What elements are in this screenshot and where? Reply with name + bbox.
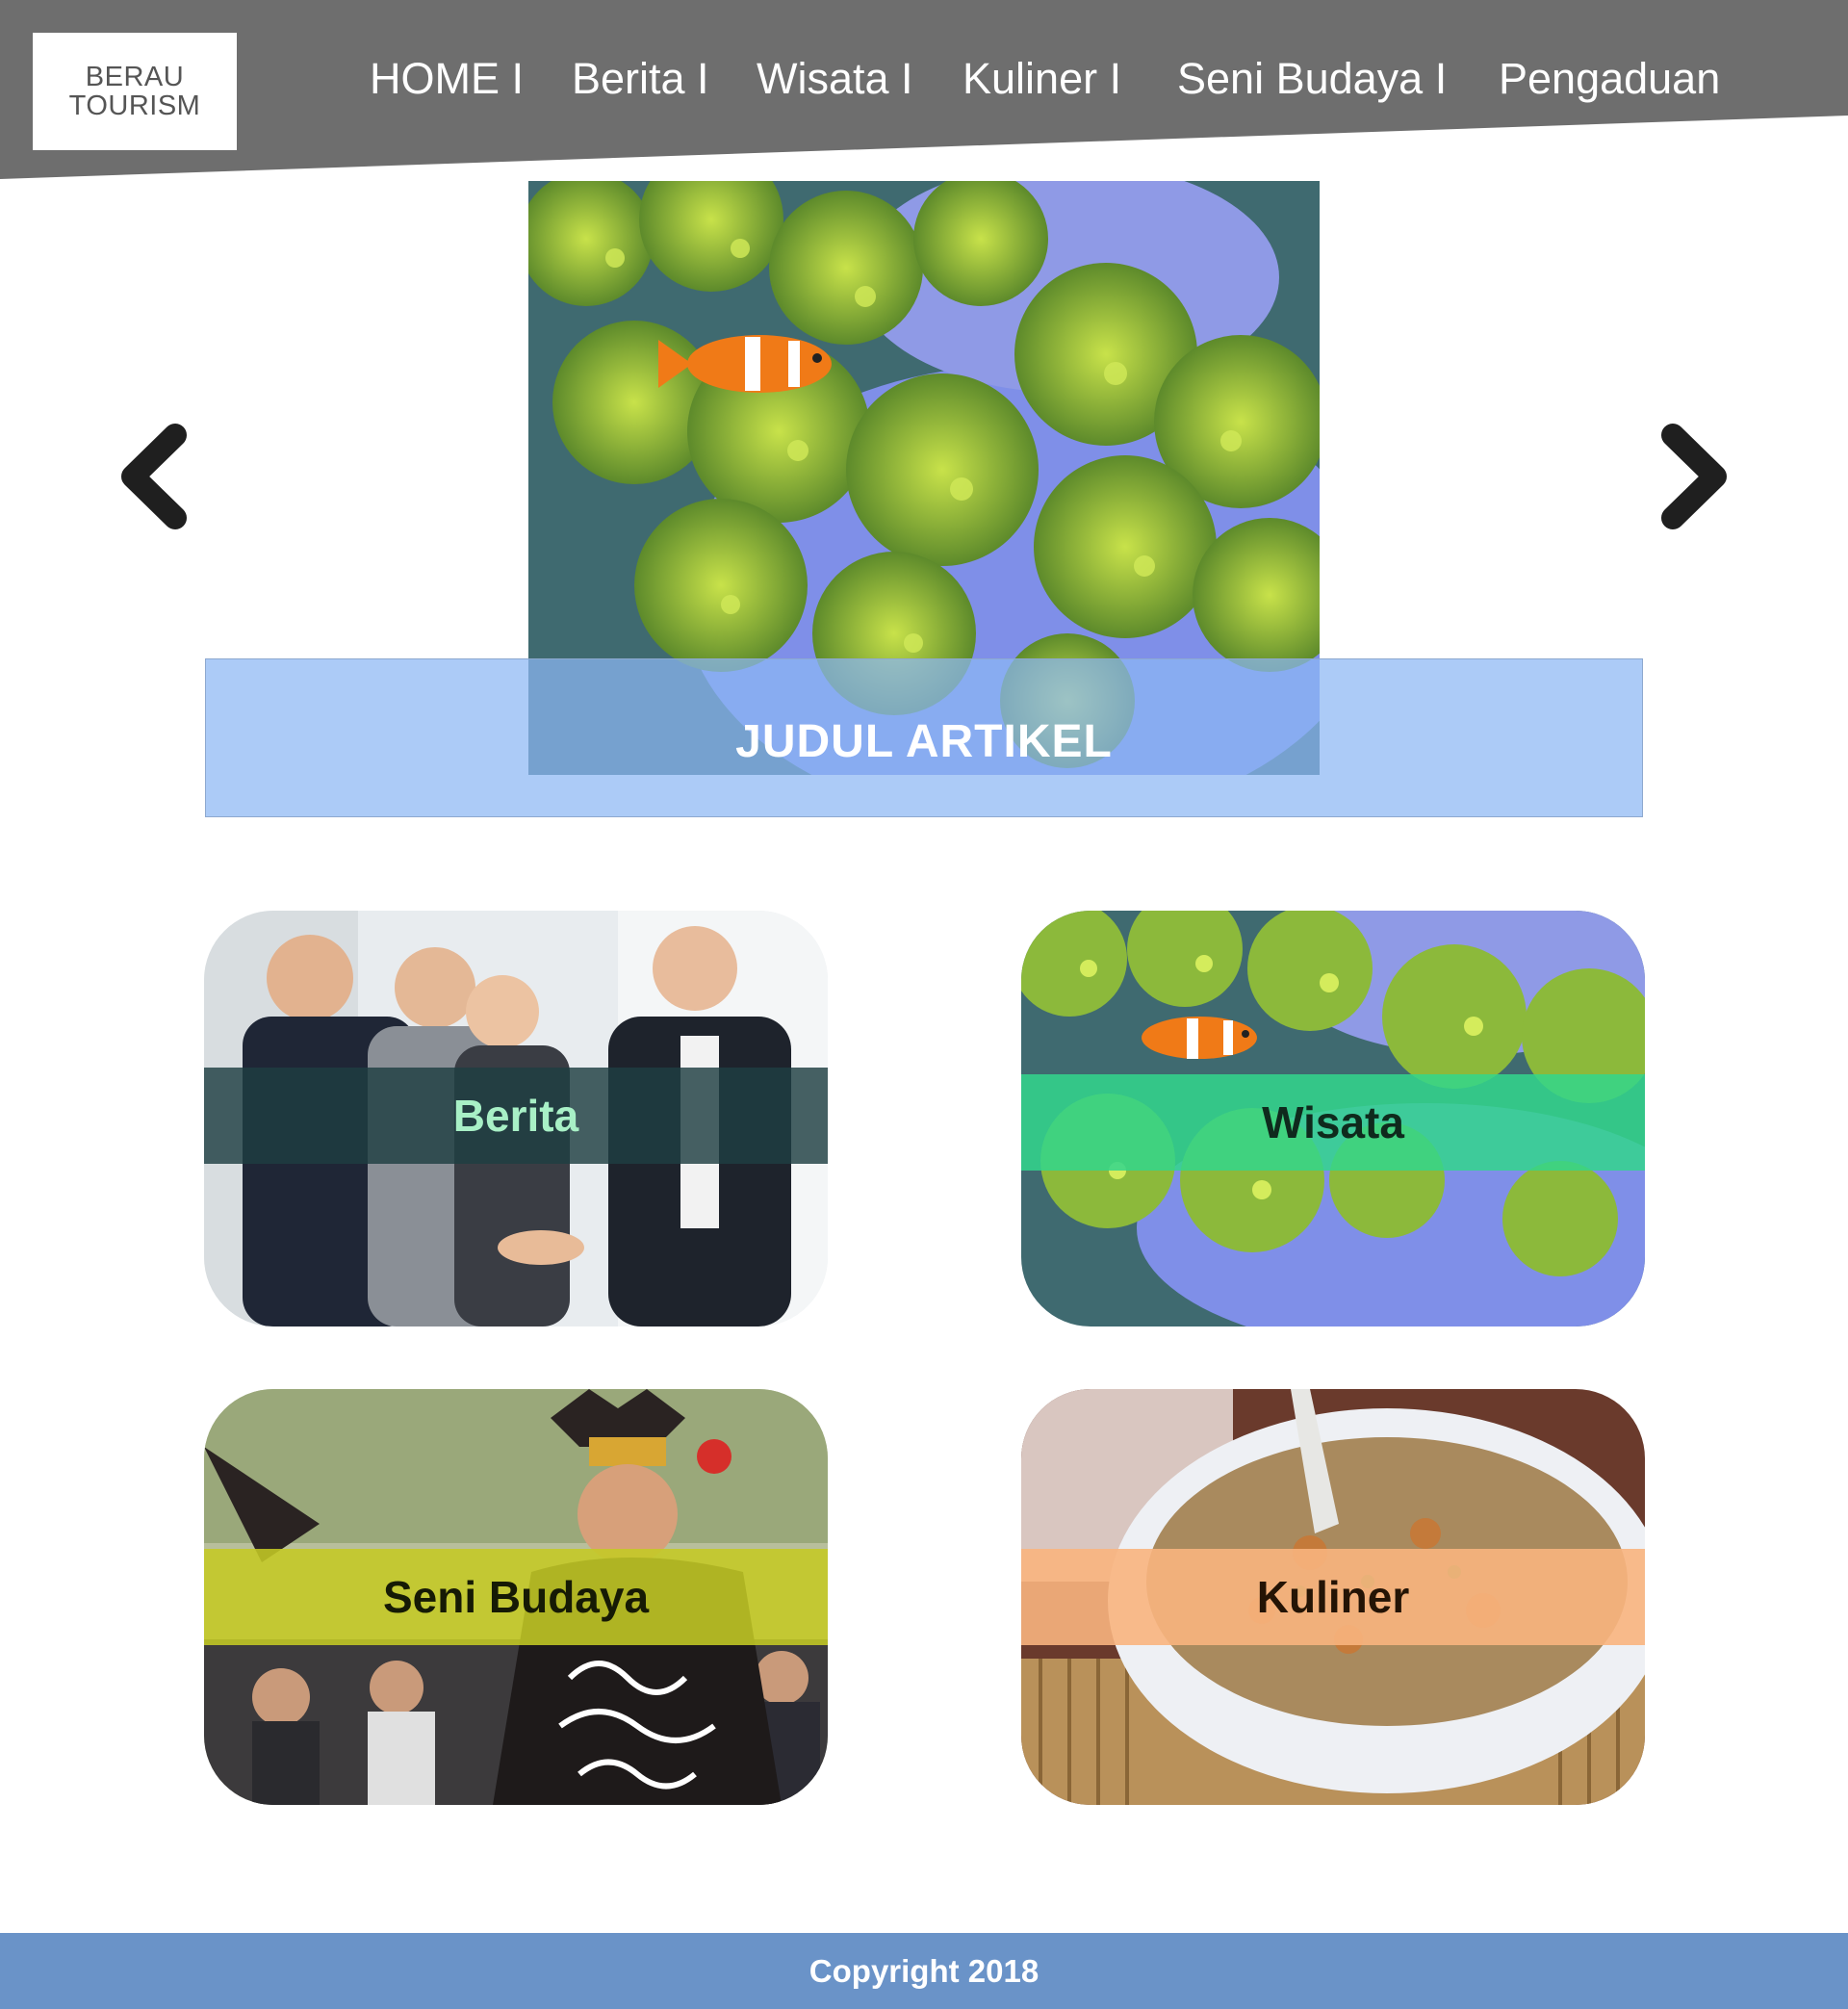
category-band-wisata: Wisata bbox=[1021, 1074, 1645, 1171]
category-card-wisata[interactable]: Wisata bbox=[1021, 911, 1645, 1326]
nav-item-kuliner[interactable]: Kuliner I bbox=[962, 50, 1121, 108]
category-band-seni-budaya: Seni Budaya bbox=[204, 1549, 828, 1645]
category-label-seni-budaya: Seni Budaya bbox=[382, 1572, 650, 1622]
nav-item-home[interactable]: HOME I bbox=[370, 50, 524, 108]
chevron-right-icon[interactable] bbox=[1656, 424, 1732, 529]
category-label-wisata: Wisata bbox=[1262, 1097, 1404, 1147]
category-card-seni-budaya[interactable]: Seni Budaya bbox=[204, 1389, 828, 1805]
category-band-berita: Berita bbox=[204, 1068, 828, 1164]
main-nav: HOME I Berita I Wisata I Kuliner I Seni … bbox=[0, 50, 1848, 108]
footer: Copyright 2018 bbox=[0, 1933, 1848, 2009]
article-title[interactable]: JUDUL ARTIKEL bbox=[735, 715, 1113, 768]
category-label-berita: Berita bbox=[452, 1091, 579, 1141]
nav-item-pengaduan[interactable]: Pengaduan bbox=[1499, 50, 1720, 108]
copyright-text: Copyright 2018 bbox=[808, 1952, 1040, 1989]
nav-item-berita[interactable]: Berita I bbox=[572, 50, 709, 108]
category-card-kuliner[interactable]: Kuliner bbox=[1021, 1389, 1645, 1805]
category-band-kuliner: Kuliner bbox=[1021, 1549, 1645, 1645]
hero-caption-band: JUDUL ARTIKEL bbox=[205, 658, 1643, 817]
chevron-left-icon[interactable] bbox=[116, 424, 192, 529]
category-card-berita[interactable]: Berita bbox=[204, 911, 828, 1326]
nav-item-wisata[interactable]: Wisata I bbox=[757, 50, 913, 108]
nav-item-seni-budaya[interactable]: Seni Budaya I bbox=[1177, 50, 1447, 108]
category-label-kuliner: Kuliner bbox=[1256, 1572, 1410, 1622]
